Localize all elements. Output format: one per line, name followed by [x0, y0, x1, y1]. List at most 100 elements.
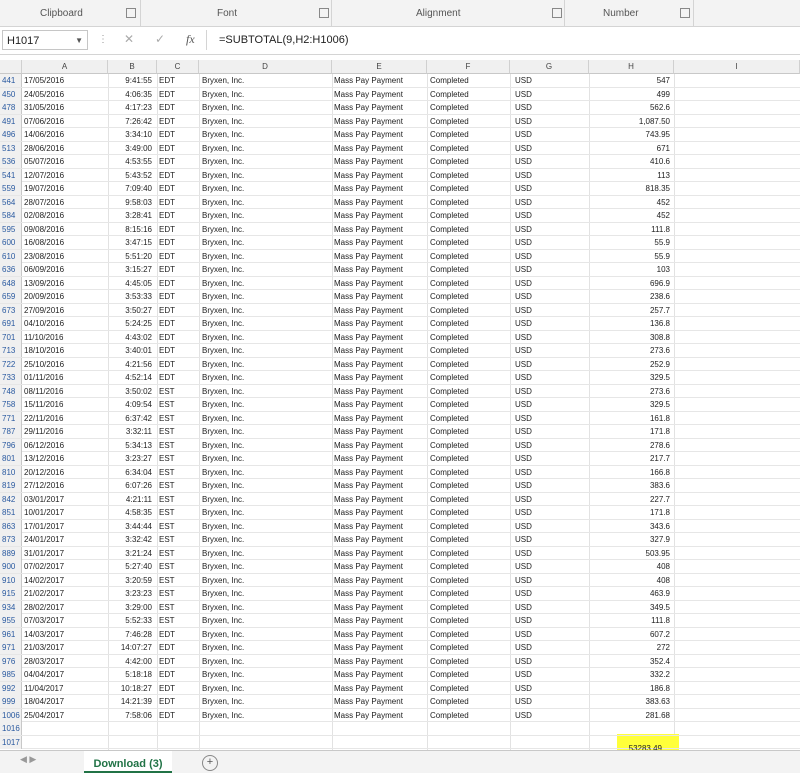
cell-a[interactable]: 03/01/2017: [24, 493, 108, 506]
cell-h[interactable]: 113: [589, 169, 672, 182]
cell-e[interactable]: Mass Pay Payment: [332, 466, 427, 479]
cell-d[interactable]: Bryxen, Inc.: [199, 277, 332, 290]
cell-h[interactable]: 671: [589, 142, 672, 155]
cell-c[interactable]: EST: [157, 425, 199, 438]
cell-g[interactable]: USD: [510, 668, 589, 681]
row-header[interactable]: 691: [0, 317, 22, 330]
cell-b[interactable]: 6:07:26: [108, 479, 154, 492]
row-header[interactable]: 513: [0, 141, 22, 155]
row-header[interactable]: 863: [0, 519, 22, 533]
cell-a[interactable]: 20/12/2016: [24, 466, 108, 479]
cell-g[interactable]: USD: [510, 587, 589, 600]
cell-b[interactable]: 4:58:35: [108, 506, 154, 519]
cell-a[interactable]: 04/10/2016: [24, 317, 108, 330]
cell-d[interactable]: Bryxen, Inc.: [199, 115, 332, 128]
cell-e[interactable]: Mass Pay Payment: [332, 493, 427, 506]
cell-f[interactable]: Completed: [427, 142, 510, 155]
cell-f[interactable]: Completed: [427, 317, 510, 330]
cell-f[interactable]: Completed: [427, 560, 510, 573]
cell-b[interactable]: 3:50:02: [108, 385, 154, 398]
cell-h[interactable]: 111.8: [589, 223, 672, 236]
row-header[interactable]: 999: [0, 695, 22, 708]
cell-h[interactable]: 383.6: [589, 479, 672, 492]
cell-g[interactable]: USD: [510, 412, 589, 425]
cell-h[interactable]: 503.95: [589, 547, 672, 560]
cell-d[interactable]: Bryxen, Inc.: [199, 479, 332, 492]
row-header[interactable]: 976: [0, 654, 22, 668]
cell-a[interactable]: 05/07/2016: [24, 155, 108, 168]
col-header-h[interactable]: H: [589, 60, 674, 74]
cell-f[interactable]: Completed: [427, 277, 510, 290]
row-header[interactable]: 600: [0, 236, 22, 249]
cell-c[interactable]: EST: [157, 412, 199, 425]
cell-c[interactable]: EDT: [157, 128, 199, 141]
select-all-corner[interactable]: [0, 60, 22, 74]
cell-f[interactable]: Completed: [427, 398, 510, 411]
cell-a[interactable]: 25/10/2016: [24, 358, 108, 371]
cell-e[interactable]: Mass Pay Payment: [332, 128, 427, 141]
cell-a[interactable]: 28/02/2017: [24, 601, 108, 614]
cell-h[interactable]: 55.9: [589, 236, 672, 249]
row-header[interactable]: 787: [0, 425, 22, 438]
col-header-d[interactable]: D: [199, 60, 332, 74]
row-header[interactable]: 722: [0, 357, 22, 371]
cell-h[interactable]: 452: [589, 196, 672, 209]
cell-g[interactable]: USD: [510, 695, 589, 708]
cell-e[interactable]: Mass Pay Payment: [332, 709, 427, 722]
cell-h[interactable]: 352.4: [589, 655, 672, 668]
cell-e[interactable]: Mass Pay Payment: [332, 655, 427, 668]
dialog-launcher-icon[interactable]: [126, 8, 136, 18]
cell-f[interactable]: Completed: [427, 304, 510, 317]
cell-b[interactable]: 5:52:33: [108, 614, 154, 627]
cell-f[interactable]: Completed: [427, 493, 510, 506]
cell-a[interactable]: 10/01/2017: [24, 506, 108, 519]
cell-g[interactable]: USD: [510, 169, 589, 182]
cell-e[interactable]: Mass Pay Payment: [332, 263, 427, 276]
cell-g[interactable]: USD: [510, 371, 589, 384]
col-header-g[interactable]: G: [510, 60, 589, 74]
col-header-i[interactable]: I: [674, 60, 800, 74]
cell-f[interactable]: Completed: [427, 236, 510, 249]
cell-g[interactable]: USD: [510, 506, 589, 519]
cell-g[interactable]: USD: [510, 236, 589, 249]
cell-d[interactable]: Bryxen, Inc.: [199, 614, 332, 627]
cell-b[interactable]: 3:21:24: [108, 547, 154, 560]
row-header[interactable]: 584: [0, 209, 22, 222]
cell-a[interactable]: 17/01/2017: [24, 520, 108, 533]
cell-c[interactable]: EDT: [157, 277, 199, 290]
cell-h[interactable]: 186.8: [589, 682, 672, 695]
cell-e[interactable]: Mass Pay Payment: [332, 547, 427, 560]
col-header-f[interactable]: F: [427, 60, 510, 74]
cell-h[interactable]: 238.6: [589, 290, 672, 303]
cell-f[interactable]: Completed: [427, 182, 510, 195]
cell-a[interactable]: 11/10/2016: [24, 331, 108, 344]
cell-e[interactable]: Mass Pay Payment: [332, 88, 427, 101]
sheet-tab-download-3[interactable]: Download (3): [84, 751, 172, 773]
cell-h[interactable]: 217.7: [589, 452, 672, 465]
row-header[interactable]: 610: [0, 249, 22, 263]
cell-b[interactable]: 3:50:27: [108, 304, 154, 317]
cell-f[interactable]: Completed: [427, 371, 510, 384]
cell-e[interactable]: Mass Pay Payment: [332, 425, 427, 438]
cell-h[interactable]: 252.9: [589, 358, 672, 371]
cell-d[interactable]: Bryxen, Inc.: [199, 533, 332, 546]
cell-d[interactable]: Bryxen, Inc.: [199, 655, 332, 668]
cell-c[interactable]: EDT: [157, 182, 199, 195]
cell-a[interactable]: 07/06/2016: [24, 115, 108, 128]
cell-b[interactable]: 3:47:15: [108, 236, 154, 249]
cell-b[interactable]: 5:27:40: [108, 560, 154, 573]
cell-f[interactable]: Completed: [427, 344, 510, 357]
cell-g[interactable]: USD: [510, 290, 589, 303]
cell-h[interactable]: 383.63: [589, 695, 672, 708]
dialog-launcher-icon[interactable]: [552, 8, 562, 18]
cell-f[interactable]: Completed: [427, 466, 510, 479]
cell-a[interactable]: 13/12/2016: [24, 452, 108, 465]
cell-e[interactable]: Mass Pay Payment: [332, 250, 427, 263]
cell-d[interactable]: Bryxen, Inc.: [199, 398, 332, 411]
cell-g[interactable]: USD: [510, 547, 589, 560]
cell-f[interactable]: Completed: [427, 641, 510, 654]
col-header-b[interactable]: B: [108, 60, 157, 74]
cell-e[interactable]: Mass Pay Payment: [332, 290, 427, 303]
cell-f[interactable]: Completed: [427, 115, 510, 128]
cell-e[interactable]: Mass Pay Payment: [332, 668, 427, 681]
